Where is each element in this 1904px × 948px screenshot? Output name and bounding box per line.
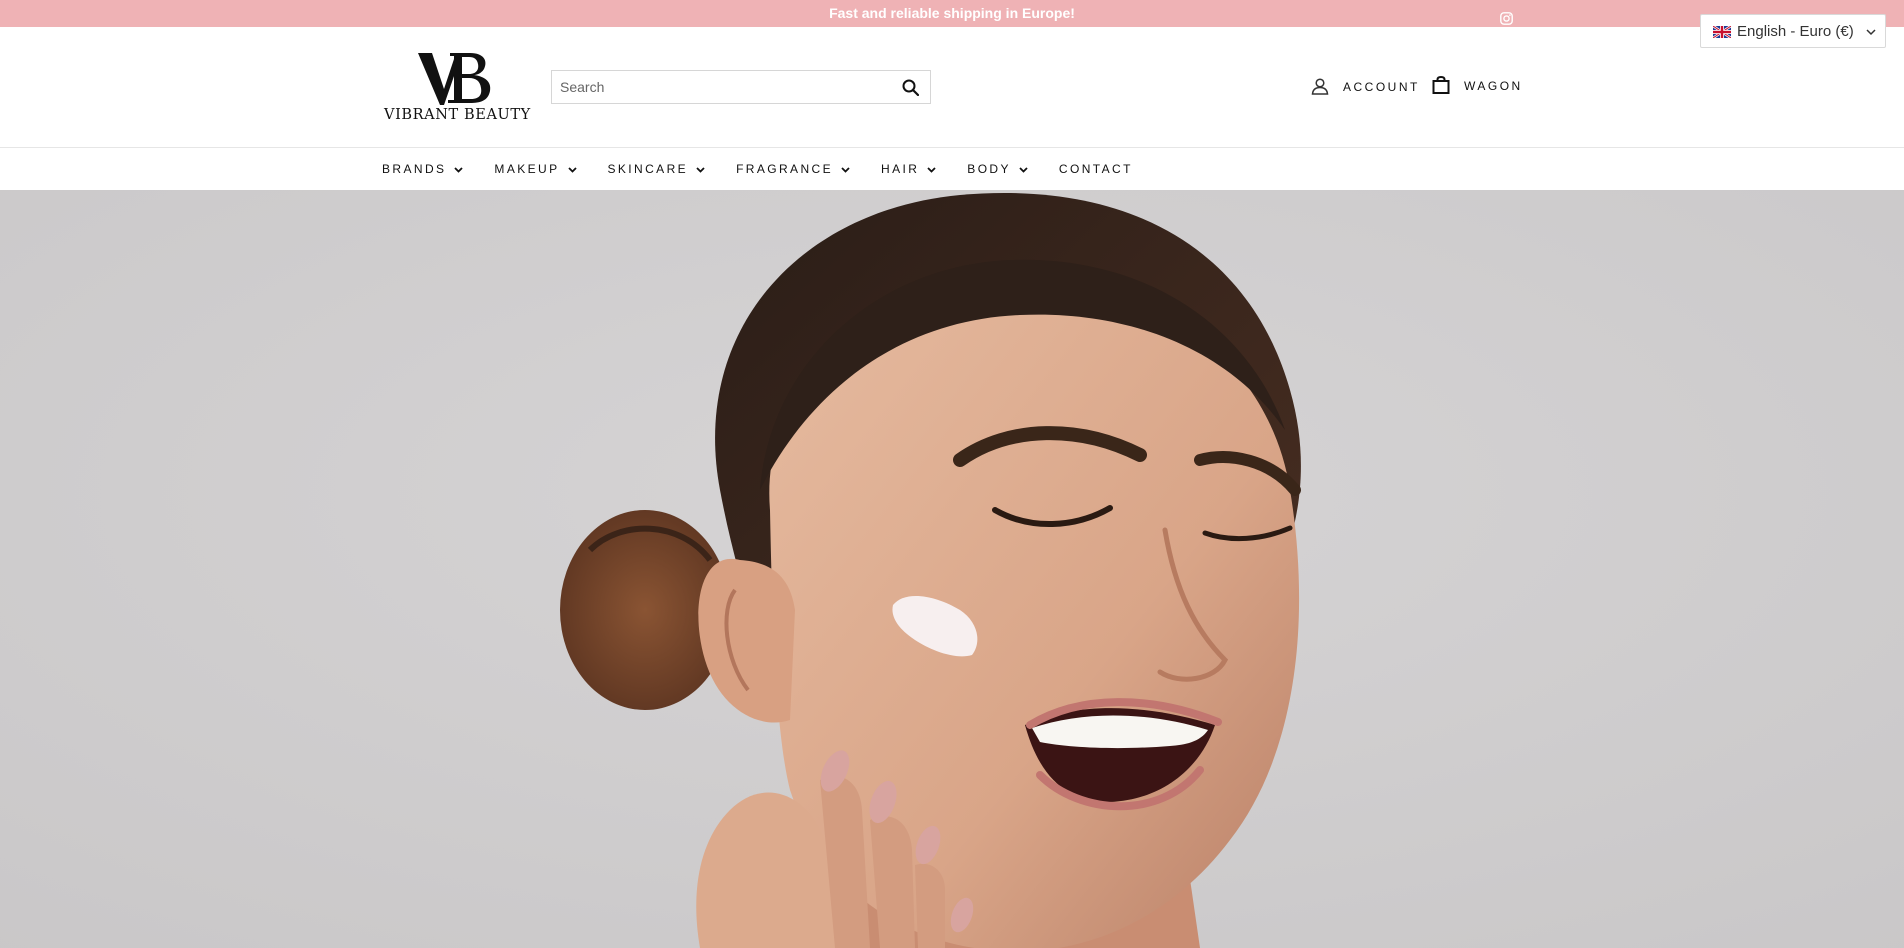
nav-item-label: CONTACT (1058, 162, 1133, 176)
cart-label: WAGON (1464, 79, 1523, 93)
nav-item-label: FRAGRANCE (736, 162, 834, 176)
nav-item-brands[interactable]: BRANDS (382, 162, 464, 176)
nav-item-label: HAIR (881, 162, 920, 176)
uk-flag-icon (1712, 24, 1732, 40)
announcement-bar: Fast and reliable shipping in Europe! (0, 0, 1904, 27)
cart-link[interactable]: WAGON (1432, 75, 1523, 97)
main-navigation: BRANDS MAKEUP SKINCARE FRAGRANCE HAIR BO… (0, 147, 1904, 190)
chevron-down-icon (567, 162, 577, 176)
nav-item-label: BRANDS (382, 162, 447, 176)
chevron-down-icon (927, 162, 936, 176)
instagram-icon[interactable] (1500, 7, 1513, 25)
brand-monogram (384, 49, 528, 105)
nav-item-label: SKINCARE (607, 162, 689, 176)
nav-item-label: MAKEUP (494, 162, 560, 176)
chevron-down-icon (1866, 23, 1876, 40)
search-input[interactable] (552, 71, 890, 103)
account-link[interactable]: ACCOUNT (1311, 76, 1420, 98)
nav-item-makeup[interactable]: MAKEUP (494, 162, 577, 176)
brand-name: VIBRANT BEAUTY (384, 107, 531, 123)
hero-image (0, 190, 1904, 948)
nav-item-skincare[interactable]: SKINCARE (608, 162, 706, 176)
nav-item-body[interactable]: BODY (967, 162, 1028, 176)
brand-logo[interactable]: VIBRANT BEAUTY (384, 49, 531, 125)
announcement-text: Fast and reliable shipping in Europe! (829, 5, 1075, 21)
chevron-down-icon (696, 162, 705, 176)
chevron-down-icon (454, 162, 464, 176)
search-icon[interactable] (890, 71, 930, 103)
chevron-down-icon (841, 162, 850, 176)
account-label: ACCOUNT (1343, 80, 1420, 94)
nav-item-hair[interactable]: HAIR (881, 162, 936, 176)
hero-banner[interactable] (0, 190, 1904, 948)
chevron-down-icon (1019, 162, 1028, 176)
search-bar (551, 70, 931, 104)
site-header: VIBRANT BEAUTY ACCOUNT WAGON (0, 27, 1904, 147)
nav-item-fragrance[interactable]: FRAGRANCE (736, 162, 850, 176)
bag-icon (1432, 75, 1450, 97)
nav-item-contact[interactable]: CONTACT (1059, 162, 1133, 176)
language-currency-selector[interactable]: English - Euro (€) (1700, 14, 1886, 48)
nav-item-label: BODY (967, 162, 1011, 176)
language-currency-label: English - Euro (€) (1737, 22, 1854, 40)
user-icon (1311, 77, 1329, 98)
